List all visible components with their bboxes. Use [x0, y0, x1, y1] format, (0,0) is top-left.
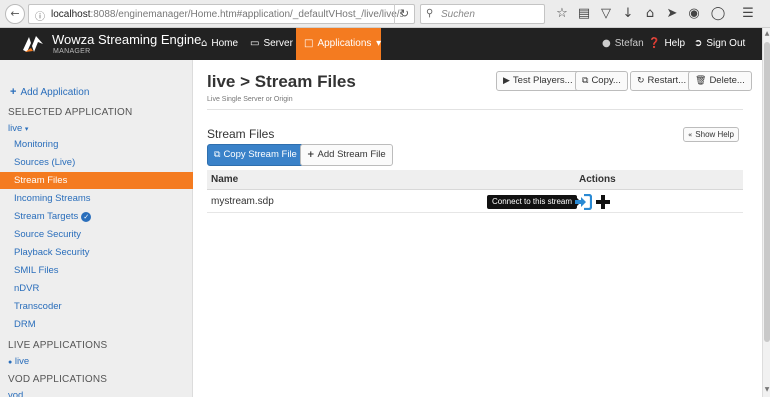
menu-icon[interactable]: ☰ [740, 5, 756, 23]
sidebar-item-drm[interactable]: DRM [14, 319, 36, 330]
send-icon[interactable]: ➤ [664, 5, 680, 23]
page-title: live > Stream Files [207, 72, 356, 91]
home-icon: ⌂ [201, 38, 208, 49]
connect-tooltip: Connect to this stream [487, 195, 582, 209]
plus-icon: + [10, 86, 17, 98]
sidebar-item-stream-targets[interactable]: Stream Targets ✓ [14, 211, 92, 222]
copy-button[interactable]: ⧉ Copy... [575, 71, 628, 91]
vod-applications-heading: VOD APPLICATIONS [8, 374, 108, 385]
sidebar-item-sources-live[interactable]: Sources (Live) [14, 157, 75, 168]
info-icon[interactable]: ⓘ [35, 8, 45, 23]
wowza-logo-icon [23, 36, 43, 52]
selected-app-dropdown[interactable]: live ▾ [8, 123, 28, 134]
browser-toolbar: ← ⓘ localhost:8088/enginemanager/Home.ht… [0, 0, 770, 28]
search-icon: ⚲ [426, 8, 434, 19]
play-icon: ▶ [503, 76, 510, 86]
sidebar-item-ndvr[interactable]: nDVR [14, 283, 39, 294]
add-action-icon[interactable] [595, 194, 611, 210]
plus-icon: + [307, 150, 315, 160]
search-input[interactable]: ⚲ Suchen [420, 4, 545, 24]
sidebar-item-smil-files[interactable]: SMIL Files [14, 265, 59, 276]
nav-applications[interactable]: □ Applications ▾ [296, 28, 381, 60]
add-application-link[interactable]: + Add Application [10, 86, 89, 98]
sign-out-icon: ➲ [694, 38, 703, 49]
brand-subtitle: MANAGER [53, 48, 91, 55]
url-bar[interactable]: ⓘ localhost:8088/enginemanager/Home.htm#… [28, 4, 415, 24]
restart-button[interactable]: ↻ Restart... [630, 71, 694, 91]
live-applications-heading: LIVE APPLICATIONS [8, 340, 108, 351]
connect-stream-icon[interactable] [574, 194, 592, 210]
sidebar: + Add Application SELECTED APPLICATION li… [0, 60, 193, 397]
sidebar-item-monitoring[interactable]: Monitoring [14, 139, 58, 150]
copy-icon: ⧉ [582, 76, 589, 86]
star-icon[interactable]: ☆ [554, 5, 570, 23]
caret-down-icon: ▾ [24, 125, 29, 133]
extension-icon[interactable]: ◯ [710, 5, 726, 23]
chat-icon[interactable]: ◉ [686, 5, 702, 23]
reading-list-icon[interactable]: ▤ [576, 5, 592, 23]
sidebar-item-transcoder[interactable]: Transcoder [14, 301, 62, 312]
reload-icon[interactable]: ↻ [394, 4, 414, 24]
pocket-icon[interactable]: ▽ [598, 5, 614, 23]
nav-server[interactable]: ▭ Server [242, 28, 301, 60]
sign-out-link[interactable]: ➲ Sign Out [686, 28, 753, 60]
section-title: Stream Files [207, 127, 275, 141]
scroll-up-icon[interactable]: ▲ [763, 30, 770, 37]
scroll-down-icon[interactable]: ▼ [763, 386, 770, 393]
check-circle-icon: ✓ [81, 212, 92, 222]
trash-icon: 🗑 [695, 76, 707, 86]
stream-file-name: mystream.sdp [211, 196, 274, 207]
title-divider [207, 109, 743, 110]
back-arrow-icon[interactable]: ← [5, 4, 25, 24]
add-stream-file-button[interactable]: + Add Stream File [300, 144, 393, 166]
selected-application-heading: SELECTED APPLICATION [8, 107, 133, 118]
test-players-button[interactable]: ▶ Test Players... [496, 71, 580, 91]
refresh-icon: ↻ [637, 76, 645, 86]
main-content: live > Stream Files Live Single Server o… [193, 60, 762, 397]
double-chevron-left-icon: « [688, 131, 693, 139]
url-text[interactable]: localhost:8088/enginemanager/Home.htm#ap… [51, 9, 403, 20]
question-icon: ❓ [648, 38, 661, 49]
show-help-button[interactable]: «Show Help [683, 127, 739, 142]
monitor-icon: ▭ [250, 38, 260, 49]
download-icon[interactable]: ↓ [620, 5, 636, 23]
bullet-icon: ● [8, 359, 13, 366]
folder-icon: □ [304, 38, 314, 49]
sidebar-item-incoming-streams[interactable]: Incoming Streams [14, 193, 91, 204]
sidebar-item-playback-security[interactable]: Playback Security [14, 247, 90, 258]
vod-app-link[interactable]: vod [8, 390, 23, 397]
home-icon[interactable]: ⌂ [642, 5, 658, 23]
delete-button[interactable]: 🗑 Delete... [688, 71, 752, 91]
page-scrollbar[interactable]: ▲ ▼ [762, 28, 770, 397]
search-placeholder: Suchen [441, 9, 475, 20]
table-header: Name Actions [207, 170, 743, 190]
column-header-actions: Actions [579, 174, 616, 185]
sidebar-item-stream-files[interactable]: Stream Files [0, 172, 193, 189]
live-app-link[interactable]: ● live [8, 356, 29, 367]
column-header-name: Name [211, 174, 239, 185]
nav-home[interactable]: ⌂ Home [193, 28, 246, 60]
page-subtitle: Live Single Server or Origin [207, 96, 293, 103]
table-row: mystream.sdp [207, 191, 743, 213]
copy-icon: ⧉ [214, 150, 221, 160]
caret-down-icon: ▾ [376, 38, 382, 49]
scroll-thumb[interactable] [764, 42, 770, 342]
copy-stream-file-button[interactable]: ⧉ Copy Stream File [207, 144, 304, 166]
app-header: Wowza Streaming Engine MANAGER ⌂ Home ▭ Se… [0, 28, 762, 60]
brand-title: Wowza Streaming Engine [52, 32, 202, 47]
user-icon: ● [602, 38, 611, 49]
sidebar-item-source-security[interactable]: Source Security [14, 229, 81, 240]
